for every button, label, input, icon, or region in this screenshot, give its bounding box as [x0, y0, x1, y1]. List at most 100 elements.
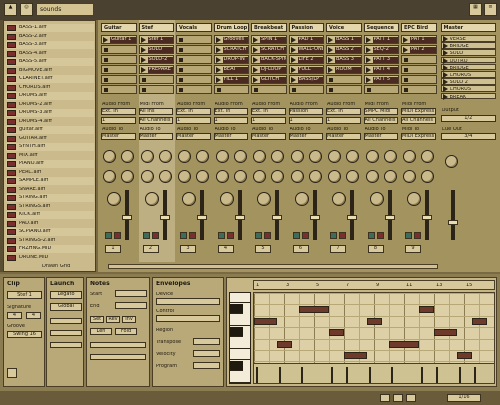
- send-knob[interactable]: [421, 150, 434, 163]
- groove-select[interactable]: Swing 16: [7, 331, 42, 338]
- arm-button[interactable]: [376, 232, 384, 239]
- clip-slot[interactable]: PAT 1: [401, 35, 437, 44]
- send-knob[interactable]: [403, 150, 416, 163]
- send-knob[interactable]: [178, 170, 191, 183]
- clip-play-icon[interactable]: [215, 77, 221, 83]
- track-number-button[interactable]: 7: [330, 245, 346, 253]
- channel-select[interactable]: 1: [288, 117, 323, 124]
- piano-key[interactable]: [230, 327, 243, 338]
- clip-play-icon[interactable]: [290, 67, 296, 73]
- scene-launch-icon[interactable]: [442, 72, 448, 78]
- device-select[interactable]: [156, 298, 220, 305]
- scene-slot[interactable]: BRIDGE: [440, 42, 496, 50]
- solo-button[interactable]: [292, 232, 300, 239]
- clip-play-icon[interactable]: [253, 67, 258, 73]
- status-button-2[interactable]: [393, 394, 403, 402]
- midi-note[interactable]: [434, 329, 457, 337]
- volume-fader-cap[interactable]: [309, 215, 320, 220]
- clip-slot[interactable]: [176, 55, 212, 64]
- scene-slot[interactable]: BREAK: [440, 92, 496, 100]
- stop-square-icon[interactable]: [404, 58, 408, 62]
- notes-slider-2[interactable]: [90, 354, 146, 360]
- clip-play-icon[interactable]: [215, 37, 221, 43]
- channel-select[interactable]: 1: [213, 117, 248, 124]
- track-number-button[interactable]: 4: [217, 245, 234, 253]
- send-knob[interactable]: [346, 170, 359, 183]
- track-number-button[interactable]: 9: [405, 245, 421, 253]
- list-item[interactable]: CHORDS.aiff: [6, 84, 94, 92]
- clip-slot[interactable]: PATT 5: [363, 75, 399, 84]
- env-field-1[interactable]: [193, 338, 220, 345]
- clip-name-field[interactable]: Stef 1: [7, 291, 42, 299]
- send-knob[interactable]: [271, 150, 284, 163]
- clip-slot[interactable]: [101, 55, 137, 64]
- track-title[interactable]: Passion: [288, 23, 324, 32]
- scene-slot[interactable]: CHORUS: [440, 85, 496, 93]
- pan-knob[interactable]: [144, 192, 159, 206]
- velocity-bar[interactable]: [368, 367, 371, 383]
- clip-slot[interactable]: [101, 75, 137, 84]
- volume-fader-cap[interactable]: [347, 215, 357, 220]
- clip-slot[interactable]: [401, 65, 437, 74]
- send-knob[interactable]: [196, 170, 209, 183]
- stop-square-icon[interactable]: [104, 68, 108, 72]
- solo-button[interactable]: [405, 232, 412, 239]
- stop-square-icon[interactable]: [104, 48, 108, 52]
- send-knob[interactable]: [158, 150, 172, 163]
- note-grid[interactable]: [253, 292, 495, 384]
- midi-note[interactable]: [366, 317, 382, 325]
- clip-play-icon[interactable]: [140, 67, 146, 73]
- pan-knob[interactable]: [369, 192, 384, 206]
- volume-fader-cap[interactable]: [272, 215, 282, 220]
- clip-slot[interactable]: DROP-IN: [213, 55, 249, 64]
- clip-play-icon[interactable]: [215, 47, 221, 53]
- velocity-bar[interactable]: [346, 367, 348, 383]
- clip-slot[interactable]: [401, 75, 437, 84]
- list-item[interactable]: PAD.aiff: [6, 220, 94, 228]
- pan-knob[interactable]: [107, 192, 121, 206]
- clip-slot[interactable]: PATT 4: [363, 65, 399, 74]
- bar-ruler[interactable]: 1 3 5 7 9 11 13 15: [253, 280, 495, 290]
- output-select[interactable]: Master: [251, 133, 286, 140]
- track-title[interactable]: EPC Bird: [401, 23, 437, 32]
- send-knob[interactable]: [290, 150, 304, 163]
- input-select[interactable]: Ext. In: [251, 108, 286, 115]
- clip-slot[interactable]: [326, 85, 362, 94]
- clip-slot[interactable]: [363, 85, 399, 94]
- channel-select[interactable]: 1: [176, 117, 211, 124]
- clip-play-icon[interactable]: [253, 57, 258, 63]
- piano-key[interactable]: [230, 293, 250, 303]
- send-knob[interactable]: [196, 150, 209, 163]
- clip-slot[interactable]: DJ-LOOP: [251, 65, 287, 74]
- piano-key[interactable]: [230, 338, 250, 349]
- velocity-bar[interactable]: [421, 367, 423, 383]
- send-knob[interactable]: [421, 170, 434, 183]
- solo-button[interactable]: [180, 232, 187, 239]
- master-title[interactable]: Master: [440, 23, 496, 32]
- list-item[interactable]: KICK.aiff: [6, 211, 94, 219]
- solo-button[interactable]: [330, 232, 337, 239]
- solo-button[interactable]: [217, 232, 225, 239]
- scene-slot[interactable]: BRIDGE: [440, 63, 496, 71]
- volume-fader-cap[interactable]: [384, 215, 395, 220]
- browser-scroll-strip[interactable]: [0, 20, 3, 272]
- arrange-button[interactable]: ▦: [469, 3, 482, 16]
- stop-square-icon[interactable]: [104, 78, 108, 82]
- list-item[interactable]: SAMPLE.aiff: [6, 177, 94, 185]
- stop-square-icon[interactable]: [179, 68, 183, 72]
- env-field-3[interactable]: [193, 362, 220, 369]
- clip-slot[interactable]: BASS 3: [326, 55, 362, 64]
- velocity-bar[interactable]: [391, 367, 393, 383]
- output-select[interactable]: Master: [138, 133, 173, 140]
- clip-play-icon[interactable]: [215, 57, 221, 63]
- arm-button[interactable]: [226, 232, 234, 239]
- len-button[interactable]: Len: [90, 328, 112, 335]
- arm-button[interactable]: [151, 232, 159, 239]
- track-number-button[interactable]: 5: [255, 245, 271, 253]
- tempo-field[interactable]: 1/16: [447, 394, 481, 402]
- sig-num-field[interactable]: 4: [7, 312, 22, 319]
- clip-slot[interactable]: [138, 85, 174, 94]
- clip-slot[interactable]: [176, 65, 212, 74]
- stop-square-icon[interactable]: [141, 78, 146, 82]
- output-select[interactable]: Master: [326, 133, 361, 140]
